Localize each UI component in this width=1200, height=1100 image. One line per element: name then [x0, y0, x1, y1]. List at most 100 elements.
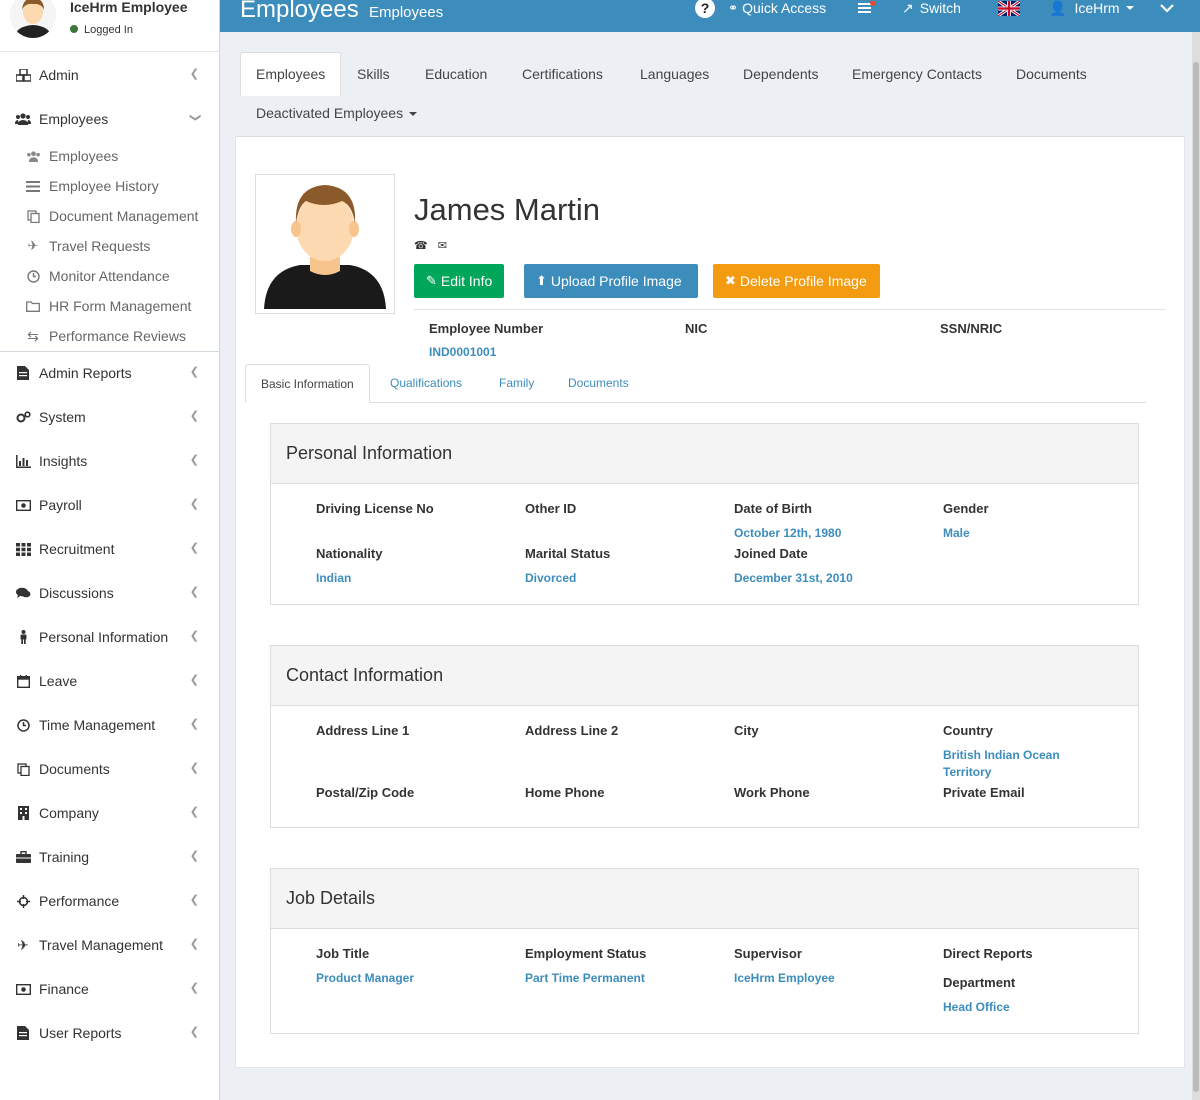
sidebar-item-travel-management[interactable]: ✈ Travel Management ❮: [0, 923, 219, 967]
sidebar-subitem-employees[interactable]: Employees: [0, 141, 219, 171]
sidebar-subitem-label: HR Form Management: [49, 298, 192, 314]
building-icon: [15, 806, 31, 820]
upload-icon: ⬆: [536, 273, 547, 288]
tab-emergency-contacts[interactable]: Emergency Contacts: [837, 52, 997, 96]
edit-info-button[interactable]: ✎ Edit Info: [414, 264, 505, 298]
field-value: British Indian Ocean Territory: [943, 748, 1060, 779]
joined-date-field: Joined Date December 31st, 2010: [734, 546, 924, 587]
tab-education[interactable]: Education: [410, 52, 502, 96]
tab-deactivated-employees[interactable]: Deactivated Employees: [256, 105, 418, 121]
sidebar-item-user-reports[interactable]: User Reports ❮: [0, 1011, 219, 1055]
vertical-scrollbar[interactable]: [1192, 32, 1200, 1100]
sidebar-item-label: Insights: [39, 453, 88, 469]
section-title: Personal Information: [271, 424, 1138, 484]
sidebar-item-payroll[interactable]: Payroll ❮: [0, 483, 219, 527]
sidebar-subitem-hr-form-management[interactable]: HR Form Management: [0, 291, 219, 321]
upload-profile-image-label: Upload Profile Image: [550, 273, 682, 289]
subtab-basic-information[interactable]: Basic Information: [245, 364, 370, 403]
sidebar-subitem-monitor-attendance[interactable]: Monitor Attendance: [0, 261, 219, 291]
sidebar-item-performance[interactable]: Performance ❮: [0, 879, 219, 923]
field-label: Nationality: [316, 546, 383, 561]
upload-profile-image-button[interactable]: ⬆ Upload Profile Image: [524, 264, 698, 298]
sidebar-item-company[interactable]: Company ❮: [0, 791, 219, 835]
supervisor-field: Supervisor IceHrm Employee: [734, 946, 924, 987]
chevron-left-icon: ❮: [189, 1026, 199, 1038]
field-label: Private Email: [943, 785, 1025, 800]
subtab-documents[interactable]: Documents: [553, 364, 644, 403]
field-label: Postal/Zip Code: [316, 785, 415, 800]
help-button[interactable]: ?: [694, 0, 716, 18]
th-icon: [15, 542, 31, 556]
tab-skills[interactable]: Skills: [342, 52, 405, 96]
chevron-left-icon: ❮: [189, 586, 199, 598]
city-field: City: [734, 723, 924, 738]
sidebar-item-insights[interactable]: Insights ❮: [0, 439, 219, 483]
sidebar-item-time-management[interactable]: Time Management ❮: [0, 703, 219, 747]
plane-icon: ✈: [17, 936, 29, 953]
sidebar-item-system[interactable]: System ❮: [0, 395, 219, 439]
switch-button[interactable]: ↗ Switch: [902, 0, 961, 16]
profile-image: [255, 174, 395, 314]
profile-sub-tabs: Basic Information Qualifications Family Doc…: [245, 364, 1146, 403]
quick-access-button[interactable]: ⚭ Quick Access: [728, 0, 826, 16]
nationality-field: Nationality Indian: [316, 546, 506, 587]
sidebar-item-finance[interactable]: Finance ❮: [0, 967, 219, 1011]
sidebar-item-admin-reports[interactable]: Admin Reports ❮: [0, 351, 219, 395]
times-icon: ✖: [725, 273, 736, 288]
user-status: Logged In: [70, 24, 133, 36]
sidebar-item-employees[interactable]: Employees ❮: [0, 97, 219, 141]
tab-employees[interactable]: Employees: [240, 52, 342, 96]
subtab-family[interactable]: Family: [484, 364, 549, 403]
private-email-field: Private Email: [943, 785, 1133, 800]
sidebar-item-personal-information[interactable]: Personal Information ❮: [0, 615, 219, 659]
field-value: December 31st, 2010: [734, 571, 853, 585]
envelope-icon[interactable]: ✉: [438, 239, 447, 252]
user-menu-button[interactable]: 👤 IceHrm: [1049, 0, 1134, 16]
content-area: Employees Skills Education Certifications La…: [220, 32, 1200, 1100]
delete-profile-image-button[interactable]: ✖ Delete Profile Image: [713, 264, 880, 298]
edit-icon: ✎: [426, 273, 437, 288]
sidebar: IceHrm Employee Logged In Admin ❮ Employ…: [0, 0, 220, 1100]
field-value[interactable]: Product Manager: [316, 970, 506, 987]
chevron-left-icon: ❮: [189, 762, 199, 774]
sidebar-item-leave[interactable]: Leave ❮: [0, 659, 219, 703]
sidebar-subitem-performance-reviews[interactable]: ⇆ Performance Reviews: [0, 321, 219, 351]
phone-icon[interactable]: ☎: [414, 239, 428, 252]
edit-info-label: Edit Info: [440, 273, 493, 289]
dashboard-icon: ⚭: [728, 1, 739, 15]
tab-dependents[interactable]: Dependents: [728, 52, 834, 96]
sidebar-item-training[interactable]: Training ❮: [0, 835, 219, 879]
list-icon: [858, 1, 876, 13]
chevron-left-icon: ❮: [189, 542, 199, 554]
field-value[interactable]: IceHrm Employee: [734, 970, 924, 987]
section-title: Job Details: [271, 869, 1138, 929]
notifications-button[interactable]: [858, 0, 876, 16]
address-line-2-field: Address Line 2: [525, 723, 715, 738]
money-icon: [15, 983, 31, 995]
scrollbar-thumb[interactable]: [1193, 62, 1199, 1092]
collapse-header-button[interactable]: [1160, 0, 1174, 16]
sidebar-subitem-label: Monitor Attendance: [49, 268, 170, 284]
sidebar-item-recruitment[interactable]: Recruitment ❮: [0, 527, 219, 571]
tab-languages[interactable]: Languages: [625, 52, 724, 96]
sidebar-subitem-travel-requests[interactable]: ✈ Travel Requests: [0, 231, 219, 261]
field-value[interactable]: Head Office: [943, 999, 1133, 1016]
field-value: IND0001001: [429, 345, 497, 359]
sidebar-item-documents[interactable]: Documents ❮: [0, 747, 219, 791]
avatar[interactable]: [10, 0, 56, 38]
list-icon: [25, 180, 41, 192]
tab-certifications[interactable]: Certifications: [507, 52, 618, 96]
sidebar-subitem-document-management[interactable]: Document Management: [0, 201, 219, 231]
language-selector[interactable]: [998, 0, 1020, 16]
sidebar-subitem-employee-history[interactable]: Employee History: [0, 171, 219, 201]
ssn-field: SSN/NRIC: [940, 321, 1002, 336]
tab-documents[interactable]: Documents: [1001, 52, 1102, 96]
sidebar-item-admin[interactable]: Admin ❮: [0, 53, 219, 97]
chevron-left-icon: ❮: [189, 938, 199, 950]
briefcase-icon: [15, 851, 31, 863]
field-value[interactable]: Part Time Permanent: [525, 970, 715, 987]
files-icon: [15, 762, 31, 776]
subtab-qualifications[interactable]: Qualifications: [375, 364, 477, 403]
field-label: Address Line 2: [525, 723, 619, 738]
sidebar-item-discussions[interactable]: Discussions ❮: [0, 571, 219, 615]
